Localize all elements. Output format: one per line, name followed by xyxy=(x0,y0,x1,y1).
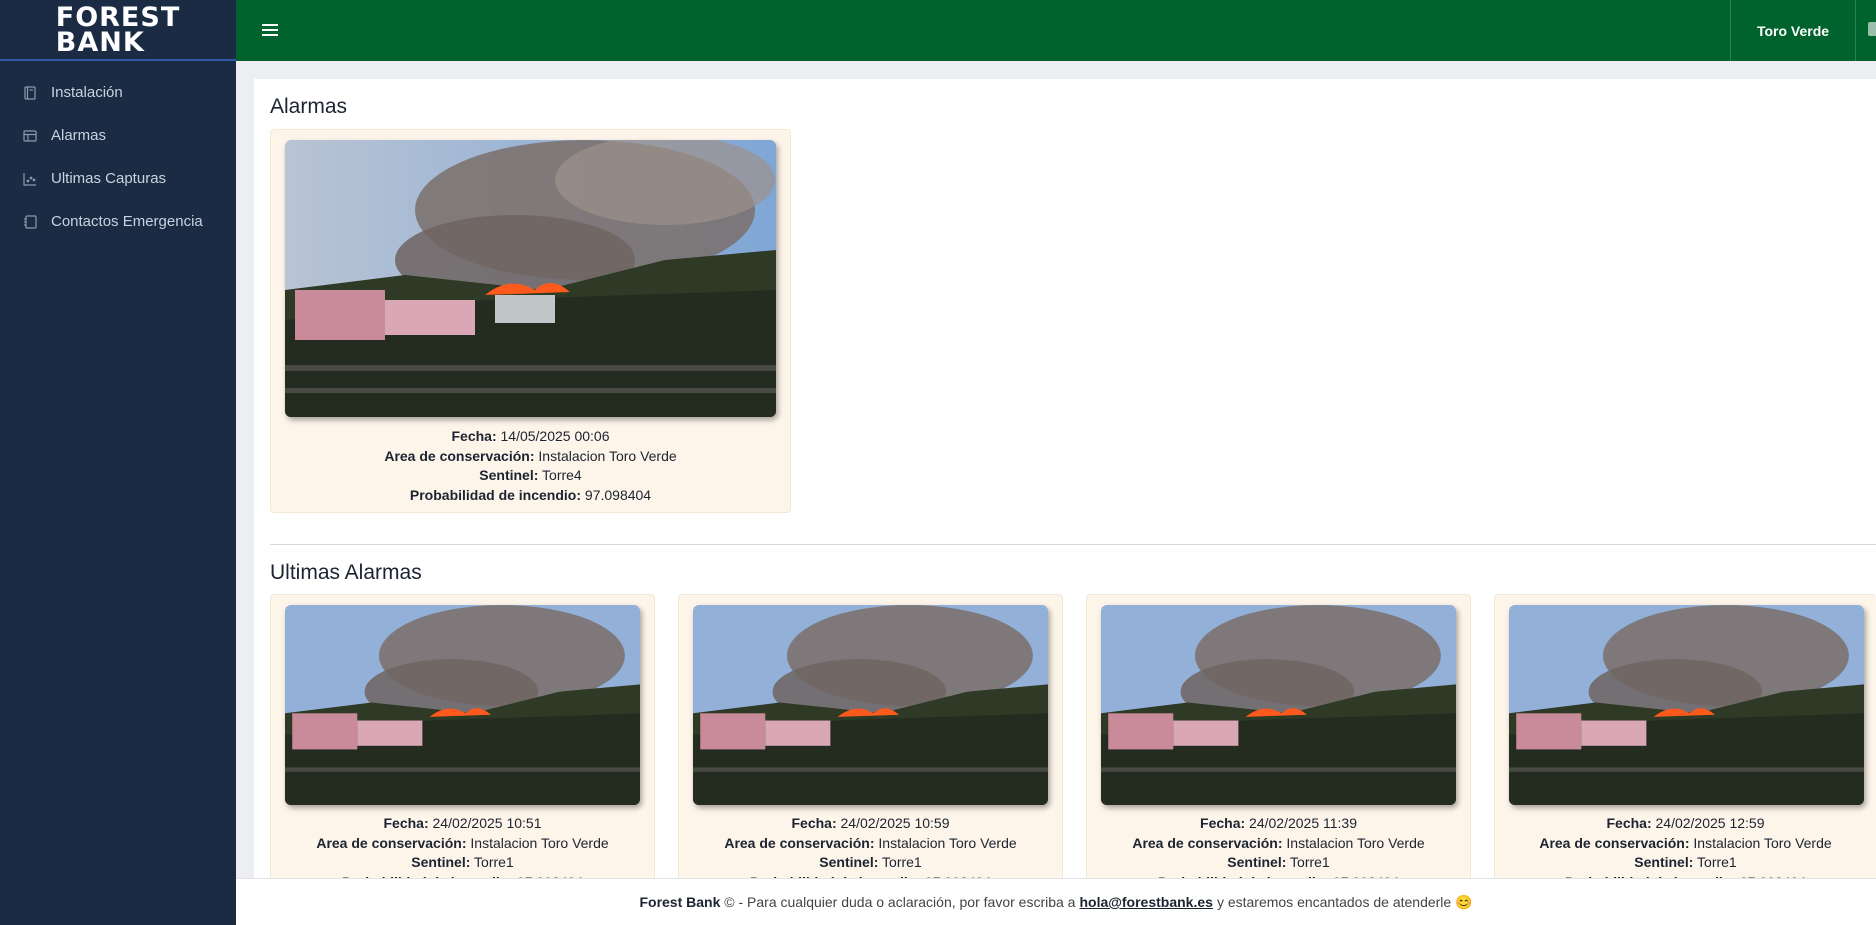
info-row-sentinel: Sentinel: Torre1 xyxy=(1634,854,1737,870)
footer-email-link[interactable]: hola@forestbank.es xyxy=(1079,894,1212,910)
area-value: Instalacion Toro Verde xyxy=(1286,834,1425,851)
info-row-probabilidad: Probabilidad de incendio: 97.098404 xyxy=(409,486,652,503)
area-value: Instalacion Toro Verde xyxy=(470,834,609,851)
contacts-icon xyxy=(22,214,38,230)
area-value: Instalacion Toro Verde xyxy=(878,834,1017,851)
area-value: Instalacion Toro Verde xyxy=(538,447,677,464)
fecha-value: 24/02/2025 10:59 xyxy=(840,815,950,831)
info-row-sentinel: Sentinel: Torre1 xyxy=(1227,854,1330,870)
info-row-fecha: Fecha: 24/02/2025 12:59 xyxy=(1606,815,1765,831)
info-row-fecha: Fecha: 24/02/2025 10:59 xyxy=(791,815,950,831)
info-row-area: Area de conservación: Instalacion Toro V… xyxy=(384,447,677,464)
footer-text-before: - Para cualquier duda o aclaración, por … xyxy=(738,894,1076,910)
footer-copyright: © xyxy=(724,894,735,910)
menu-icon[interactable] xyxy=(262,19,278,41)
sidebar-item-label: Contactos Emergencia xyxy=(51,213,203,230)
footer-brand: Forest Bank xyxy=(639,894,721,910)
settings-icon[interactable] xyxy=(1868,22,1876,36)
info-row-fecha: Fecha: 14/05/2025 00:06 xyxy=(451,428,610,444)
alarm-card[interactable]: Fecha: 14/05/2025 00:06 Area de conserva… xyxy=(270,129,791,513)
fire-photo xyxy=(285,140,776,417)
info-row-sentinel: Sentinel: Torre1 xyxy=(819,854,922,870)
info-row-area: Area de conservación: Instalacion Toro V… xyxy=(1132,834,1425,851)
fire-photo xyxy=(1509,605,1864,805)
sentinel-value: Torre4 xyxy=(542,467,582,483)
user-menu[interactable]: Toro Verde xyxy=(1732,0,1854,61)
sidebar-item-instalacion[interactable]: Instalación xyxy=(0,71,236,114)
fecha-value: 24/02/2025 12:59 xyxy=(1655,815,1765,831)
area-value: Instalacion Toro Verde xyxy=(1693,834,1832,851)
logo-area[interactable]: FOREST BANK xyxy=(0,0,236,61)
info-row-fecha: Fecha: 24/02/2025 10:51 xyxy=(383,815,542,831)
fecha-value: 14/05/2025 00:06 xyxy=(500,428,610,444)
fire-photo xyxy=(1101,605,1456,805)
footer: Forest Bank © - Para cualquier duda o ac… xyxy=(236,878,1876,925)
sentinel-value: Torre1 xyxy=(1697,854,1737,870)
main-content: Alarmas Fecha: 14/05/2025 00:06 Area de … xyxy=(254,79,1876,890)
alarm-card[interactable]: Fecha: 24/02/2025 12:59 Area de conserva… xyxy=(1494,594,1876,890)
sidebar-item-ultimas-capturas[interactable]: Ultimas Capturas xyxy=(0,157,236,200)
topbar-divider xyxy=(1730,0,1731,61)
chart-icon xyxy=(22,171,38,187)
sidebar-item-alarmas[interactable]: Alarmas xyxy=(0,114,236,157)
table-icon xyxy=(22,128,38,144)
fecha-value: 24/02/2025 10:51 xyxy=(432,815,542,831)
topbar: Toro Verde xyxy=(236,0,1876,61)
sentinel-value: Torre1 xyxy=(882,854,922,870)
logo-line-1: FOREST xyxy=(55,1,181,33)
sidebar-item-contactos-emergencia[interactable]: Contactos Emergencia xyxy=(0,200,236,243)
sidebar-item-label: Instalación xyxy=(51,84,123,101)
info-row-sentinel: Sentinel: Torre4 xyxy=(479,467,582,483)
section-title-alarmas: Alarmas xyxy=(270,95,348,118)
logo-line-2: BANK xyxy=(55,26,145,58)
fire-photo xyxy=(285,605,640,805)
book-icon xyxy=(22,85,38,101)
section-divider xyxy=(270,544,1876,545)
info-row-area: Area de conservación: Instalacion Toro V… xyxy=(1539,834,1832,851)
alarm-card[interactable]: Fecha: 24/02/2025 10:51 Area de conserva… xyxy=(270,594,655,890)
sidebar-item-label: Ultimas Capturas xyxy=(51,170,167,187)
alarm-info: Fecha: 14/05/2025 00:06 Area de conserva… xyxy=(271,427,790,505)
sentinel-value: Torre1 xyxy=(474,854,514,870)
info-row-area: Area de conservación: Instalacion Toro V… xyxy=(724,834,1017,851)
sidebar-item-label: Alarmas xyxy=(51,127,107,144)
section-title-ultimas-alarmas: Ultimas Alarmas xyxy=(270,561,422,584)
fecha-value: 24/02/2025 11:39 xyxy=(1249,815,1357,831)
alarm-card[interactable]: Fecha: 24/02/2025 11:39 Area de conserva… xyxy=(1086,594,1471,890)
sidebar-nav: Instalación Alarmas Ultimas Capturas Con… xyxy=(0,61,236,243)
sentinel-value: Torre1 xyxy=(1290,854,1330,870)
alarm-card[interactable]: Fecha: 24/02/2025 10:59 Area de conserva… xyxy=(678,594,1063,890)
info-row-sentinel: Sentinel: Torre1 xyxy=(411,854,514,870)
info-row-fecha: Fecha: 24/02/2025 11:39 xyxy=(1200,815,1357,831)
footer-text-after: y estaremos encantados de atenderle 😊 xyxy=(1216,893,1473,910)
info-row-area: Area de conservación: Instalacion Toro V… xyxy=(316,834,609,851)
topbar-divider xyxy=(1855,0,1856,61)
sidebar: FOREST BANK Instalación Alarmas Ultimas … xyxy=(0,0,236,925)
logo[interactable]: FOREST BANK xyxy=(55,1,181,58)
fire-photo xyxy=(693,605,1048,805)
probabilidad-value: 97.098404 xyxy=(584,486,652,503)
